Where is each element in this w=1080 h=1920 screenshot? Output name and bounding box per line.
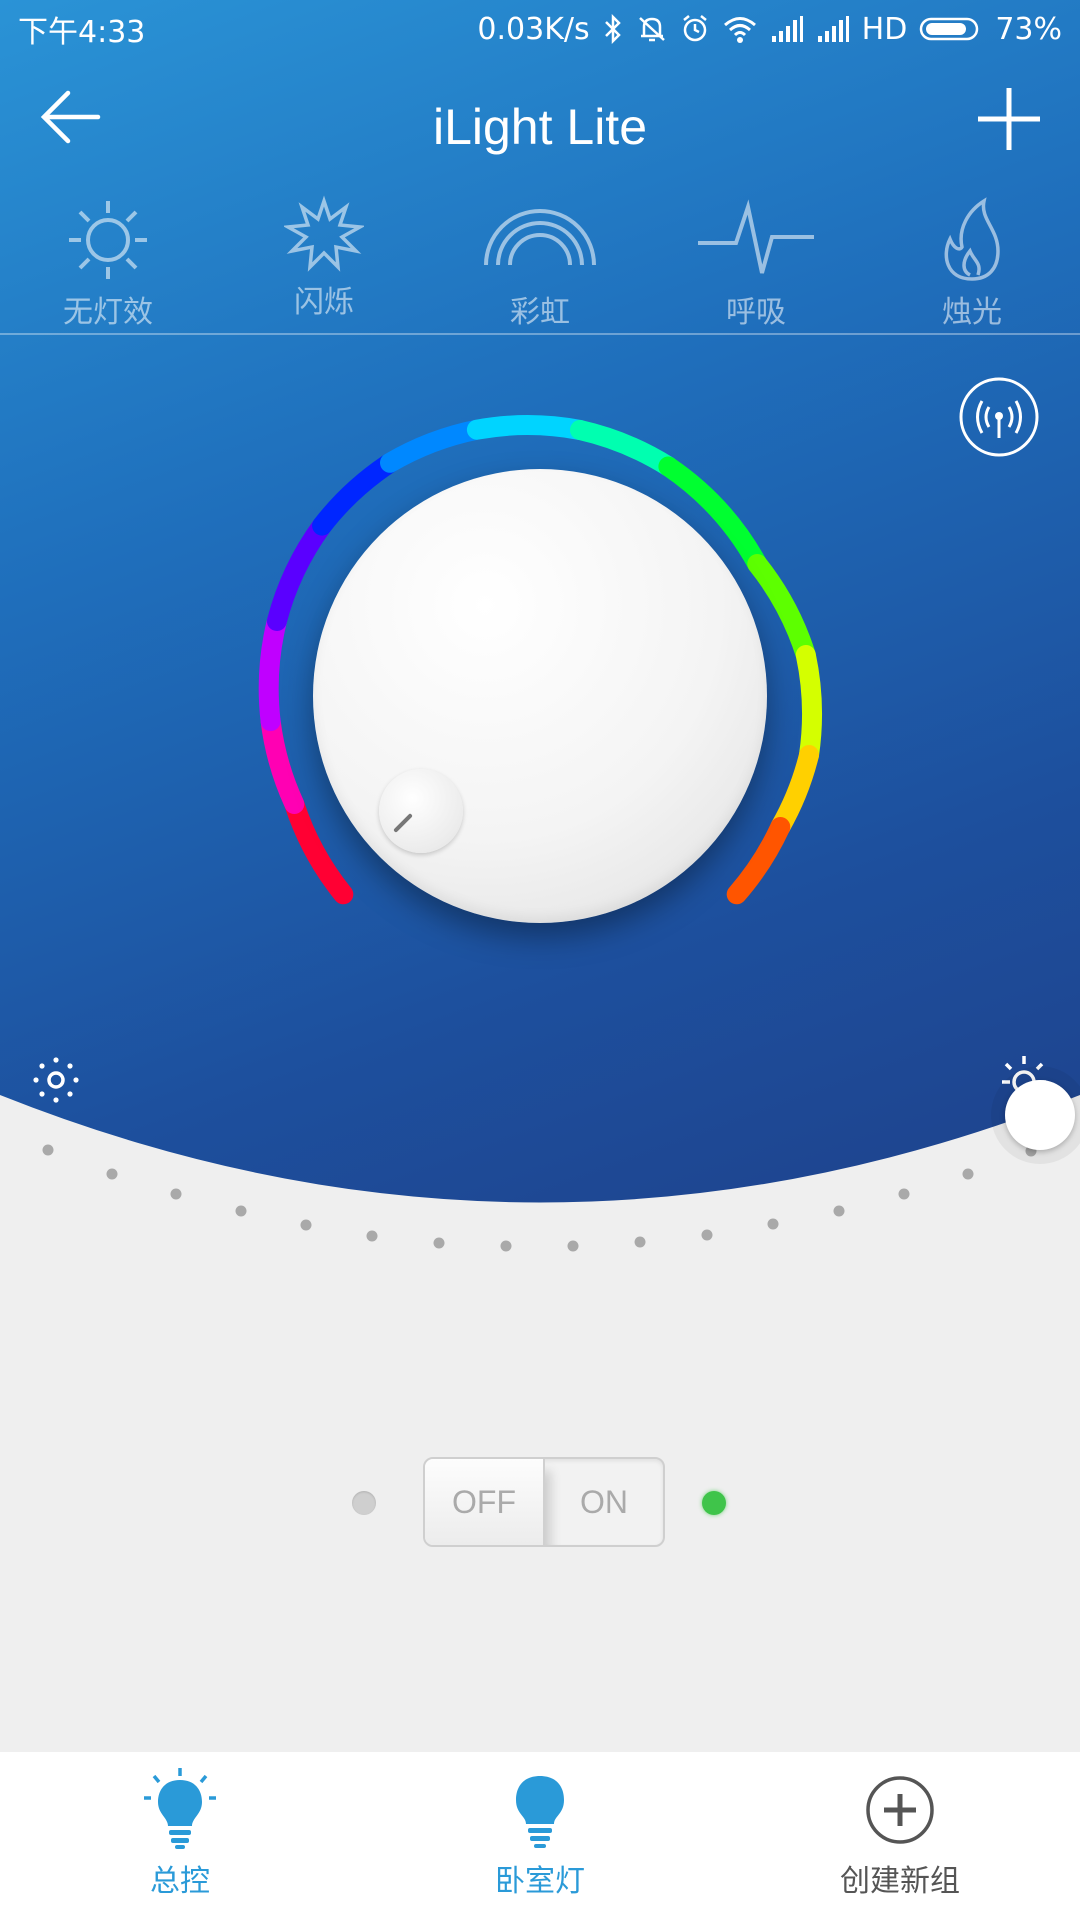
bluetooth-icon — [604, 14, 621, 44]
tab-effect-none[interactable]: 无灯效 — [28, 195, 188, 331]
on-indicator-led — [702, 1491, 726, 1515]
effects-tabs: 无灯效 闪烁 彩虹 呼吸 烛光 — [0, 195, 1080, 335]
sun-icon — [69, 201, 147, 279]
bulb-icon — [144, 1768, 216, 1849]
pulse-icon — [698, 199, 814, 274]
mute-icon — [638, 17, 665, 42]
nav-label: 总控 — [150, 1864, 210, 1899]
nav-label: 创建新组 — [840, 1864, 960, 1899]
effect-label: 闪烁 — [294, 285, 354, 320]
effect-label: 无灯效 — [63, 295, 153, 330]
nav-label: 卧室灯 — [495, 1864, 585, 1899]
tab-effect-candle[interactable]: 烛光 — [892, 195, 1052, 331]
signal-icon — [771, 16, 803, 42]
rainbow-icon — [484, 209, 596, 266]
network-speed: 0.03K/s — [477, 11, 590, 47]
battery-icon — [920, 17, 979, 41]
starburst-icon — [284, 195, 364, 272]
app-bar: iLight Lite — [0, 70, 1080, 185]
switch-off-segment[interactable]: OFF — [425, 1459, 545, 1545]
effect-label: 彩虹 — [510, 295, 570, 330]
nav-item-bedroom-light[interactable]: 卧室灯 — [360, 1752, 720, 1920]
brightness-low-icon — [33, 1057, 79, 1103]
page-title: iLight Lite — [432, 99, 648, 155]
bottom-nav: 总控 卧室灯 创建新组 — [0, 1752, 1080, 1920]
tab-effect-rainbow[interactable]: 彩虹 — [460, 195, 620, 331]
tab-effect-breath[interactable]: 呼吸 — [676, 195, 836, 331]
nav-item-create-group[interactable]: 创建新组 — [720, 1752, 1080, 1920]
off-indicator-led — [352, 1491, 376, 1515]
knob-tick — [393, 813, 413, 833]
color-knob[interactable] — [313, 469, 767, 923]
add-circle-icon — [866, 1776, 934, 1844]
effect-label: 呼吸 — [726, 295, 786, 330]
switch-on-segment[interactable]: ON — [545, 1459, 663, 1545]
signal-icon — [817, 16, 849, 42]
status-bar: 下午4:33 0.03K/s HD 73% — [0, 0, 1080, 58]
alarm-icon — [682, 15, 707, 42]
status-time: 下午4:33 — [18, 15, 146, 50]
brightness-slider-thumb[interactable] — [1005, 1080, 1075, 1150]
wifi-icon — [723, 17, 756, 43]
power-toggle[interactable]: OFF ON — [423, 1457, 665, 1547]
nav-item-master-control[interactable]: 总控 — [0, 1752, 360, 1920]
battery-level: 73% — [995, 11, 1062, 47]
effect-label: 烛光 — [942, 295, 1002, 330]
plus-icon[interactable] — [974, 84, 1044, 154]
tab-effect-flash[interactable]: 闪烁 — [244, 195, 404, 321]
power-switch-group: OFF ON — [350, 1455, 730, 1555]
knob-indicator[interactable] — [379, 769, 463, 853]
flame-icon — [944, 197, 1000, 281]
broadcast-icon[interactable] — [958, 376, 1040, 458]
color-wheel[interactable] — [240, 395, 840, 955]
bulb-icon — [516, 1776, 564, 1848]
network-type: HD — [861, 11, 908, 47]
